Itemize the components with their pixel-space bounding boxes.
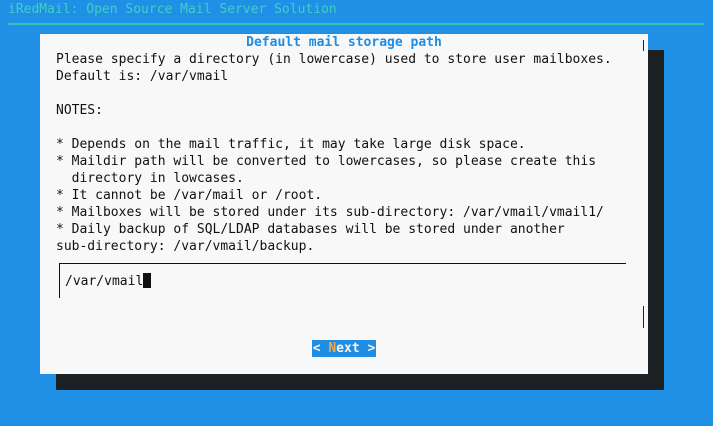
message-line: * Depends on the mail traffic, it may ta… xyxy=(56,137,526,152)
message-line xyxy=(56,85,612,102)
input-dialog: Default mail storage path Please specify… xyxy=(40,34,648,374)
message-line: * Daily backup of SQL/LDAP databases wil… xyxy=(56,222,565,237)
dialog-message: Please specify a directory (in lowercase… xyxy=(56,51,612,255)
message-line: * It cannot be /var/mail or /root. xyxy=(56,188,323,203)
backtitle-rule xyxy=(8,23,704,25)
storage-path-text: /var/vmail xyxy=(65,274,144,289)
message-line: NOTES: xyxy=(56,103,103,118)
message-line: Default is: /var/vmail xyxy=(56,69,229,84)
message-line xyxy=(56,119,612,136)
message-line: * Maildir path will be converted to lowe… xyxy=(56,154,597,169)
next-button-hotkey: N xyxy=(328,341,337,356)
dialog-title: Default mail storage path xyxy=(246,35,442,50)
message-line: sub-directory: /var/vmail/backup. xyxy=(56,239,315,254)
message-line: directory in lowcases. xyxy=(56,171,244,186)
next-button[interactable]: < Next > xyxy=(312,340,376,357)
text-cursor xyxy=(143,273,152,288)
backtitle: iRedMail: Open Source Mail Server Soluti… xyxy=(8,2,337,17)
next-button-close: > xyxy=(359,341,376,356)
next-button-open: < xyxy=(312,341,329,356)
message-line: * Mailboxes will be stored under its sub… xyxy=(56,205,604,220)
storage-path-value[interactable]: /var/vmail xyxy=(65,273,152,290)
dialog-scroll-edge-bottom xyxy=(643,306,644,328)
next-button-label: ext xyxy=(336,341,360,356)
storage-path-input[interactable]: /var/vmail xyxy=(59,263,626,298)
message-line: Please specify a directory (in lowercase… xyxy=(56,52,612,67)
